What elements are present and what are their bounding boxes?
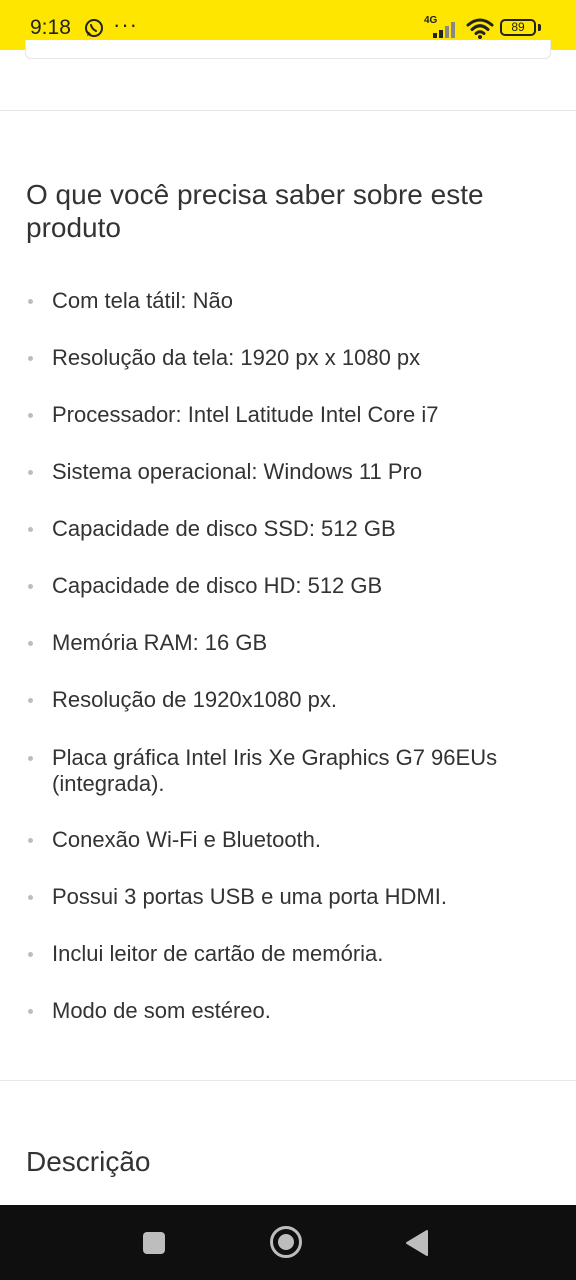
feature-item: Capacidade de disco HD: 512 GB bbox=[28, 573, 562, 599]
feature-item: Resolução de 1920x1080 px. bbox=[28, 687, 562, 713]
more-notifications-icon: ··· bbox=[113, 12, 138, 37]
back-triangle-icon[interactable] bbox=[404, 1229, 430, 1257]
bullet-icon bbox=[28, 756, 33, 761]
section-divider-bottom bbox=[0, 1080, 576, 1081]
feature-item: Processador: Intel Latitude Intel Core i… bbox=[28, 402, 562, 428]
home-circle-icon[interactable] bbox=[269, 1225, 303, 1259]
feature-item: Placa gráfica Intel Iris Xe Graphics G7 … bbox=[28, 745, 562, 797]
battery-level: 89 bbox=[511, 20, 525, 34]
feature-text: Sistema operacional: Windows 11 Pro bbox=[52, 459, 423, 484]
feature-text: Capacidade de disco HD: 512 GB bbox=[52, 573, 383, 598]
feature-text: Com tela tátil: Não bbox=[52, 288, 233, 313]
feature-text: Inclui leitor de cartão de memória. bbox=[52, 941, 384, 966]
bullet-icon bbox=[28, 527, 33, 532]
bullet-icon bbox=[28, 356, 33, 361]
feature-item: Resolução da tela: 1920 px x 1080 px bbox=[28, 345, 562, 371]
status-time: 9:18 bbox=[30, 16, 71, 39]
bullet-icon bbox=[28, 698, 33, 703]
feature-item: Modo de som estéreo. bbox=[28, 998, 562, 1024]
feature-item: Com tela tátil: Não bbox=[28, 288, 562, 314]
feature-text: Resolução de 1920x1080 px. bbox=[52, 687, 337, 712]
feature-text: Capacidade de disco SSD: 512 GB bbox=[52, 516, 396, 541]
recents-square-icon[interactable] bbox=[142, 1231, 166, 1255]
bullet-icon bbox=[28, 413, 33, 418]
feature-item: Memória RAM: 16 GB bbox=[28, 630, 562, 656]
feature-text: Possui 3 portas USB e uma porta HDMI. bbox=[52, 884, 447, 909]
feature-item: Possui 3 portas USB e uma porta HDMI. bbox=[28, 884, 562, 910]
bullet-icon bbox=[28, 838, 33, 843]
battery-tip bbox=[538, 24, 541, 31]
feature-text: Modo de som estéreo. bbox=[52, 998, 271, 1023]
feature-text: Placa gráfica Intel Iris Xe Graphics G7 … bbox=[52, 745, 498, 796]
feature-item: Conexão Wi-Fi e Bluetooth. bbox=[28, 827, 562, 853]
wifi-icon bbox=[466, 18, 494, 39]
bullet-icon bbox=[28, 470, 33, 475]
feature-text: Conexão Wi-Fi e Bluetooth. bbox=[52, 827, 322, 852]
section-divider-top bbox=[0, 110, 576, 111]
bullet-icon bbox=[28, 299, 33, 304]
bullet-icon bbox=[28, 584, 33, 589]
bullet-icon bbox=[28, 1009, 33, 1014]
feature-text: Processador: Intel Latitude Intel Core i… bbox=[52, 402, 439, 427]
feature-item: Capacidade de disco SSD: 512 GB bbox=[28, 516, 562, 542]
feature-item: Inclui leitor de cartão de memória. bbox=[28, 941, 562, 967]
battery-icon: 89 bbox=[500, 19, 536, 36]
bullet-icon bbox=[28, 952, 33, 957]
previous-card-edge bbox=[25, 40, 551, 59]
feature-text: Memória RAM: 16 GB bbox=[52, 630, 268, 655]
feature-item: Sistema operacional: Windows 11 Pro bbox=[28, 459, 562, 485]
feature-text: Resolução da tela: 1920 px x 1080 px bbox=[52, 345, 421, 370]
bullet-icon bbox=[28, 641, 33, 646]
navigation-bar bbox=[0, 1205, 576, 1280]
whatsapp-icon bbox=[85, 19, 103, 37]
description-title: Descrição bbox=[26, 1146, 151, 1177]
signal-icon bbox=[433, 22, 455, 38]
section-title: O que você precisa saber sobre este prod… bbox=[26, 179, 484, 243]
bullet-icon bbox=[28, 895, 33, 900]
